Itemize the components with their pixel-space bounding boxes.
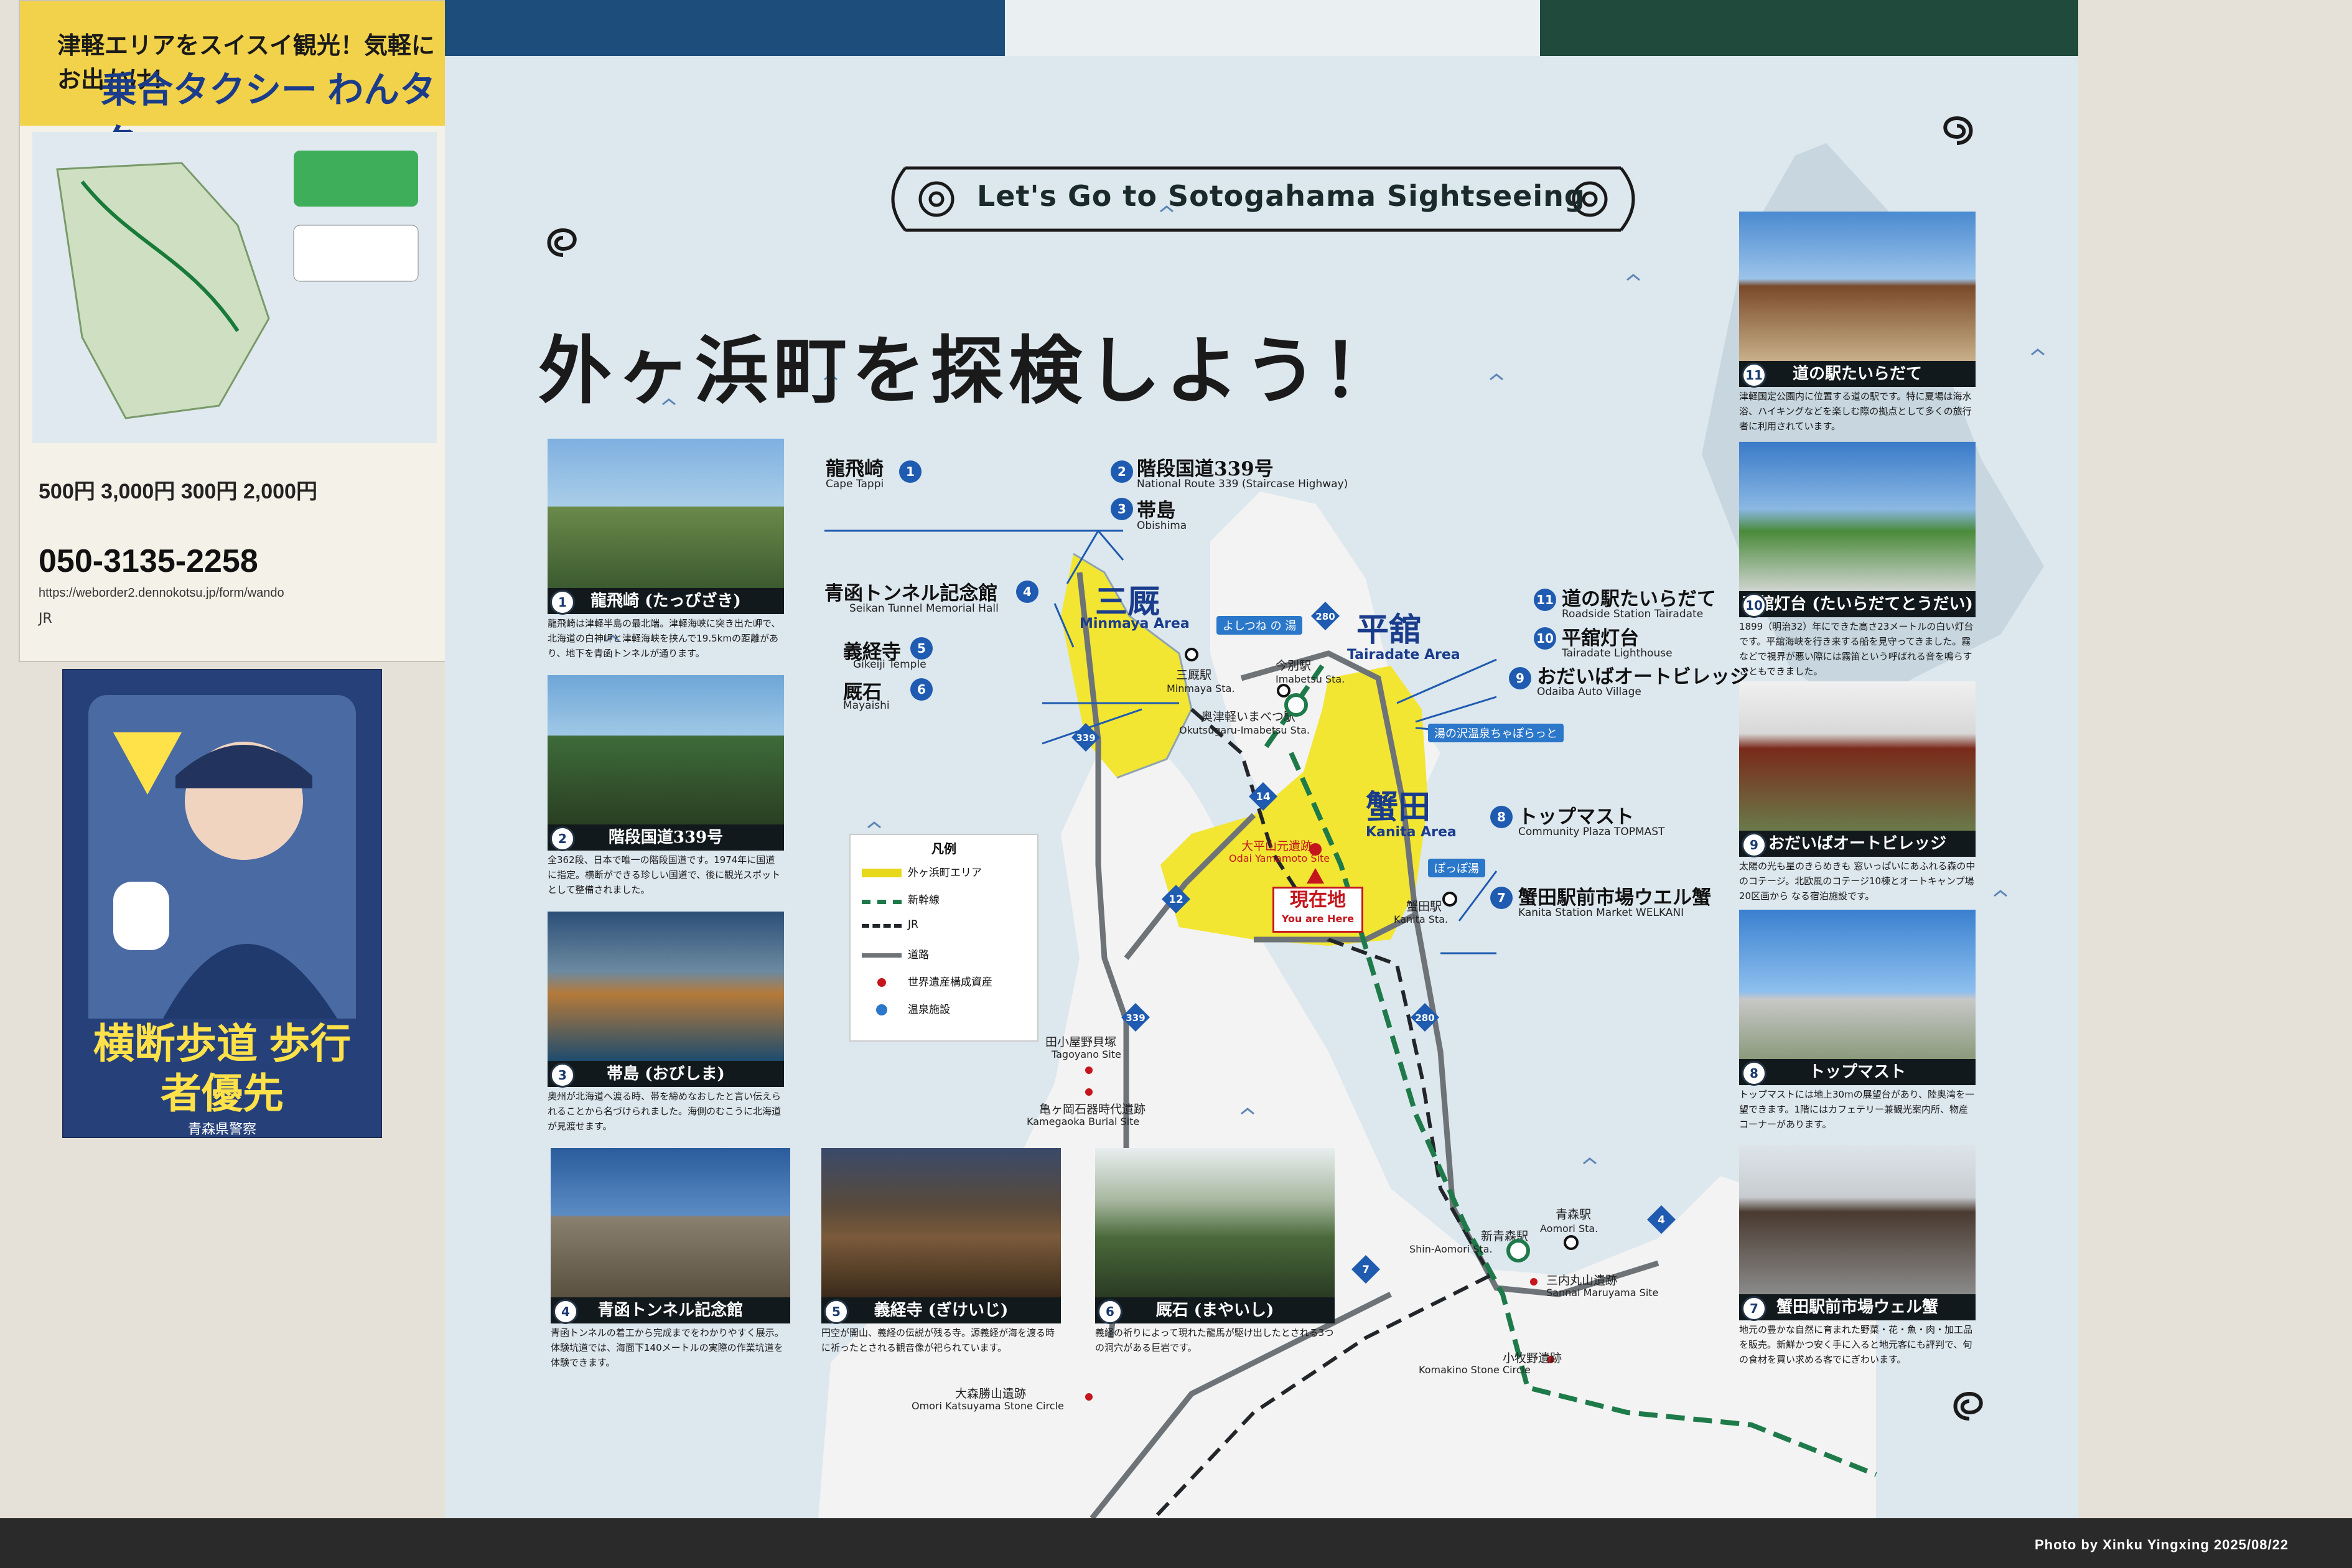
heritage-site-label: 小牧野遺跡 xyxy=(1503,1351,1562,1365)
heritage-site-label-en: Kamegaoka Burial Site xyxy=(1027,1116,1140,1127)
sightseeing-board: Let's Go to Sotogahama Sightseeing 外ヶ浜町を… xyxy=(445,0,2078,1518)
heritage-site-label-en: Omori Katsuyama Stone Circle xyxy=(912,1400,1064,1412)
police-officer-photo xyxy=(88,695,356,1019)
route-number: 14 xyxy=(1256,791,1271,803)
you-are-here-jp: 現在地 xyxy=(1290,889,1346,911)
you-are-here-marker: 現在地 You are Here xyxy=(1272,887,1363,933)
heritage-site-label: 大平山元遺跡 xyxy=(1241,839,1313,853)
legend-shinkansen-swatch xyxy=(862,899,902,904)
heritage-site-label: 田小屋野貝塚 xyxy=(1045,1035,1117,1049)
legend-label: 外ヶ浜町エリア xyxy=(908,867,982,879)
route-number: 339 xyxy=(1126,1012,1145,1024)
route-number: 4 xyxy=(1658,1214,1665,1226)
photo-credit: Photo by Xinku Yingxing 2025/08/22 xyxy=(2035,1537,2289,1552)
route-number: 12 xyxy=(1169,894,1183,906)
taxi-url: https://weborder2.dennokotsu.jp/form/wan… xyxy=(39,586,284,600)
legend-title: 凡例 xyxy=(931,841,956,856)
heritage-site-label-en: Odai Yamamoto Site xyxy=(1229,852,1330,864)
police-org: 青森県警察 xyxy=(187,1122,256,1137)
route-number: 280 xyxy=(1315,611,1335,622)
legend-label: 新幹線 xyxy=(908,894,940,907)
route-number: 7 xyxy=(1362,1264,1370,1276)
legend-item: 世界遺産構成資産 xyxy=(862,973,992,989)
route-shield: 339 xyxy=(1120,1002,1151,1033)
route-shield: 4 xyxy=(1646,1204,1677,1235)
legend-label: 道路 xyxy=(908,949,929,961)
legend-item: 新幹線 xyxy=(862,891,940,907)
legend-jr-swatch xyxy=(862,924,902,928)
station-markers xyxy=(1085,648,1579,1401)
legend-hot-spring-icon xyxy=(876,1004,887,1015)
heritage-site-label: 大森勝山遺跡 xyxy=(955,1387,1027,1401)
heritage-site-label-en: Sannai Maruyama Site xyxy=(1546,1287,1659,1299)
route-shield: 280 xyxy=(1409,1002,1440,1033)
heritage-site-label: 亀ヶ岡石器時代遺跡 xyxy=(1039,1103,1146,1116)
police-slogan: 横断歩道 歩行者優先 xyxy=(93,1020,352,1116)
legend-item: 温泉施設 xyxy=(862,1001,950,1016)
legend-label: 世界遺産構成資産 xyxy=(908,976,992,989)
legend-item: 外ヶ浜町エリア xyxy=(862,864,982,879)
heritage-site-label-en: Komakino Stone Circle xyxy=(1419,1364,1531,1376)
legend-item: JR xyxy=(862,918,918,931)
route-number: 339 xyxy=(1076,732,1095,744)
heritage-site-label: 三内丸山遺跡 xyxy=(1546,1274,1618,1287)
route-number: 280 xyxy=(1415,1012,1434,1024)
legend-road-swatch xyxy=(862,953,902,958)
route-shield: 7 xyxy=(1350,1254,1381,1285)
taxi-phone: 050-3135-2258 xyxy=(39,543,258,579)
route-shield: 12 xyxy=(1160,884,1192,915)
legend-heritage-icon xyxy=(877,978,886,987)
taxi-poster: 津軽エリアをスイスイ観光！気軽にお出かけ！ 乗合タクシー わんタク 500円 3… xyxy=(19,0,450,662)
legend-item: 道路 xyxy=(862,946,929,961)
police-poster: 横断歩道 歩行者優先 青森県警察 xyxy=(62,669,382,1138)
taxi-route-map xyxy=(32,132,437,443)
taxi-fares: 500円 3,000円 300円 2,000円 xyxy=(39,480,317,503)
legend-label: JR xyxy=(908,918,918,931)
floor-edge xyxy=(0,1518,2352,1568)
map-legend: 凡例 外ヶ浜町エリア 新幹線 JR 道路 世界遺産構成資産 温泉施設 xyxy=(849,834,1038,1042)
legend-area-swatch xyxy=(862,869,902,877)
route-shield: 280 xyxy=(1310,600,1341,632)
you-are-here-en: You are Here xyxy=(1281,913,1355,925)
jr-logo: JR xyxy=(39,611,52,627)
route-shield: 14 xyxy=(1248,781,1279,812)
route-shield: 339 xyxy=(1070,722,1101,753)
heritage-site-label-en: Tagoyano Site xyxy=(1052,1048,1121,1060)
legend-label: 温泉施設 xyxy=(908,1004,950,1016)
